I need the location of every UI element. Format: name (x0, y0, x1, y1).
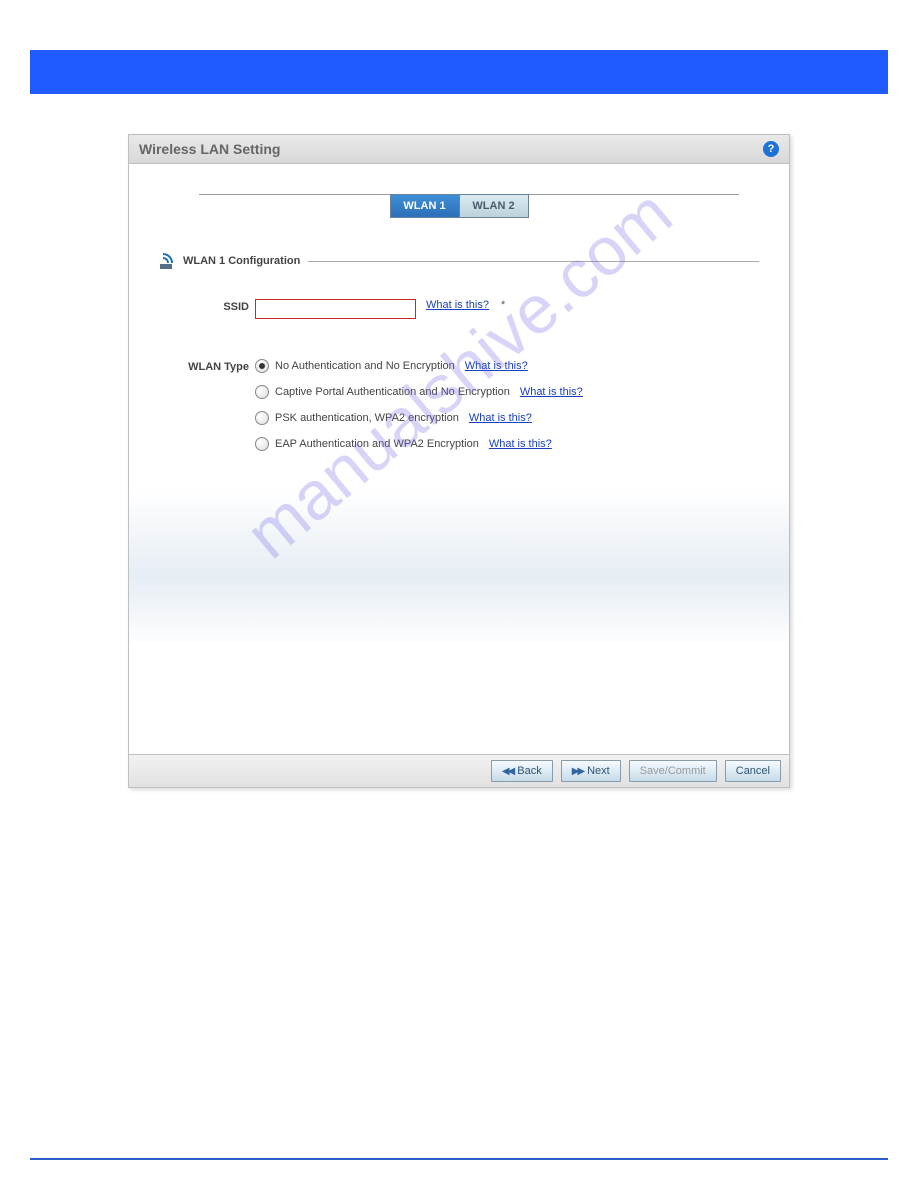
radio-icon (255, 385, 269, 399)
arrow-right-icon: ▶▶ (572, 766, 583, 777)
wlan-icon (159, 253, 177, 269)
ssid-input[interactable] (255, 299, 416, 319)
radio-item-no-auth[interactable]: No Authentication and No Encryption What… (255, 359, 583, 373)
radio-item-psk[interactable]: PSK authentication, WPA2 encryption What… (255, 411, 583, 425)
label-wlan-type: WLAN Type (179, 359, 255, 373)
radio-icon (255, 437, 269, 451)
radio-label: No Authentication and No Encryption (275, 360, 455, 372)
radio-item-eap[interactable]: EAP Authentication and WPA2 Encryption W… (255, 437, 583, 451)
cancel-label: Cancel (736, 765, 770, 777)
panel-wlan-setting: Wireless LAN Setting ? WLAN 1 WLAN 2 WLA… (128, 134, 790, 788)
radio-label: PSK authentication, WPA2 encryption (275, 412, 459, 424)
required-asterisk: * (501, 299, 505, 311)
bottom-divider (30, 1158, 888, 1160)
cancel-button[interactable]: Cancel (725, 760, 781, 782)
top-banner (30, 50, 888, 94)
section-header: WLAN 1 Configuration (159, 253, 759, 269)
tabs-row: WLAN 1 WLAN 2 (149, 194, 769, 218)
panel-header: Wireless LAN Setting ? (129, 135, 789, 164)
back-button[interactable]: ◀◀ Back (491, 760, 553, 782)
radio-group-wlan-type: No Authentication and No Encryption What… (255, 359, 583, 451)
back-label: Back (517, 765, 541, 777)
link-what-is-ssid[interactable]: What is this? (426, 299, 489, 311)
row-ssid: SSID What is this? * (179, 299, 769, 319)
save-label: Save/Commit (640, 765, 706, 777)
panel-footer: ◀◀ Back ▶▶ Next Save/Commit Cancel (129, 754, 789, 787)
save-commit-button[interactable]: Save/Commit (629, 760, 717, 782)
next-label: Next (587, 765, 610, 777)
label-ssid: SSID (179, 299, 255, 313)
link-what-is-this[interactable]: What is this? (469, 412, 532, 424)
link-what-is-this[interactable]: What is this? (520, 386, 583, 398)
tab-wlan1[interactable]: WLAN 1 (390, 194, 460, 218)
radio-icon (255, 411, 269, 425)
section-line (308, 261, 759, 262)
radio-label: EAP Authentication and WPA2 Encryption (275, 438, 479, 450)
section-title: WLAN 1 Configuration (183, 255, 300, 267)
help-icon[interactable]: ? (763, 141, 779, 157)
arrow-left-icon: ◀◀ (502, 766, 513, 777)
row-wlan-type: WLAN Type No Authentication and No Encry… (179, 359, 769, 451)
radio-item-captive[interactable]: Captive Portal Authentication and No Enc… (255, 385, 583, 399)
panel-body: WLAN 1 WLAN 2 WLAN 1 Configuration SSID … (129, 164, 789, 754)
radio-icon (255, 359, 269, 373)
radio-label: Captive Portal Authentication and No Enc… (275, 386, 510, 398)
panel-title: Wireless LAN Setting (139, 141, 280, 157)
link-what-is-this[interactable]: What is this? (465, 360, 528, 372)
next-button[interactable]: ▶▶ Next (561, 760, 621, 782)
link-what-is-this[interactable]: What is this? (489, 438, 552, 450)
tab-wlan2[interactable]: WLAN 2 (459, 194, 529, 218)
